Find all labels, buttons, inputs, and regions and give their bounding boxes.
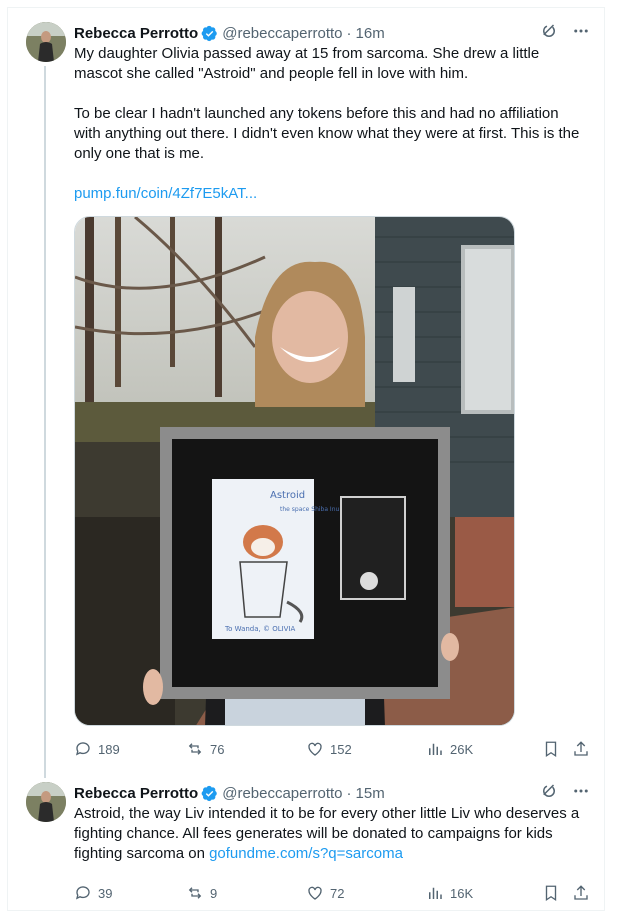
tweet-text: Astroid, the way Liv intended it to be f…: [74, 804, 580, 864]
like-count: 72: [330, 885, 345, 901]
thread-line: [44, 66, 46, 778]
repost-count: 9: [210, 885, 218, 901]
author-handle[interactable]: @rebeccaperrotto: [222, 785, 342, 802]
views-button[interactable]: 26K: [426, 738, 473, 760]
author-handle[interactable]: @rebeccaperrotto: [222, 25, 342, 42]
views-icon: [429, 743, 442, 755]
repost-button[interactable]: 76: [186, 738, 224, 760]
bookmark-icon: [545, 741, 557, 758]
tweet-1[interactable]: Rebecca Perrotto @rebeccaperrotto · 16m …: [8, 8, 604, 778]
bookmark-button[interactable]: [542, 738, 560, 760]
avatar[interactable]: [26, 782, 66, 822]
drawing-title: Astroid: [270, 490, 305, 501]
tweet-actions: 189 76 152 26K: [74, 738, 594, 760]
more-icon[interactable]: [572, 22, 590, 40]
reply-icon: [75, 886, 90, 900]
verified-badge-icon: [201, 785, 217, 801]
tweet-paragraph: To be clear I hadn't launched any tokens…: [74, 105, 580, 162]
reply-button[interactable]: 39: [74, 882, 112, 904]
repost-icon: [188, 743, 202, 755]
timestamp[interactable]: 15m: [356, 785, 385, 802]
reply-button[interactable]: 189: [74, 738, 120, 760]
tweet-photo[interactable]: Astroid the space Shiba Inu To Wanda, © …: [74, 216, 515, 726]
tweet-header: Rebecca Perrotto @rebeccaperrotto · 16m: [74, 22, 590, 44]
reply-icon: [75, 742, 90, 756]
avatar[interactable]: [26, 22, 66, 62]
grok-icon[interactable]: [540, 22, 558, 40]
tweet-link[interactable]: gofundme.com/s?q=sarcoma: [209, 845, 403, 862]
repost-count: 76: [210, 741, 225, 757]
more-icon[interactable]: [572, 782, 590, 800]
share-button[interactable]: [572, 882, 590, 904]
bookmark-icon: [545, 885, 557, 902]
tweet-2[interactable]: Rebecca Perrotto @rebeccaperrotto · 15m …: [8, 778, 604, 912]
views-button[interactable]: 16K: [426, 882, 473, 904]
like-icon: [308, 742, 322, 756]
separator-dot: ·: [346, 24, 352, 42]
photo-image: Astroid the space Shiba Inu To Wanda, © …: [75, 217, 514, 725]
like-icon: [308, 886, 322, 900]
like-count: 152: [330, 741, 352, 757]
header-actions: [540, 22, 590, 40]
tweet-link[interactable]: pump.fun/coin/4Zf7E5kAT...: [74, 185, 257, 202]
repost-button[interactable]: 9: [186, 882, 217, 904]
tweet-header: Rebecca Perrotto @rebeccaperrotto · 15m: [74, 782, 590, 804]
separator-dot: ·: [346, 784, 352, 802]
share-button[interactable]: [572, 738, 590, 760]
repost-icon: [188, 887, 202, 899]
grok-icon[interactable]: [540, 782, 558, 800]
author-name[interactable]: Rebecca Perrotto: [74, 785, 198, 802]
views-count: 16K: [450, 885, 474, 901]
verified-badge-icon: [201, 25, 217, 41]
views-icon: [429, 887, 442, 899]
like-button[interactable]: 152: [306, 738, 352, 760]
drawing-signature: To Wanda, © OLIVIA: [224, 625, 296, 633]
timestamp[interactable]: 16m: [356, 25, 385, 42]
share-icon: [574, 885, 588, 900]
header-actions: [540, 782, 590, 800]
reply-count: 189: [98, 741, 120, 757]
share-icon: [574, 741, 588, 756]
tweet-actions: 39 9 72 16K: [74, 882, 594, 904]
bookmark-button[interactable]: [542, 882, 560, 904]
views-count: 26K: [450, 741, 474, 757]
timeline: Rebecca Perrotto @rebeccaperrotto · 16m …: [7, 7, 605, 911]
reply-count: 39: [98, 885, 113, 901]
like-button[interactable]: 72: [306, 882, 344, 904]
tweet-paragraph: My daughter Olivia passed away at 15 fro…: [74, 45, 540, 82]
drawing-subtitle: the space Shiba Inu: [280, 506, 340, 513]
tweet-text: My daughter Olivia passed away at 15 fro…: [74, 44, 580, 204]
author-name[interactable]: Rebecca Perrotto: [74, 25, 198, 42]
